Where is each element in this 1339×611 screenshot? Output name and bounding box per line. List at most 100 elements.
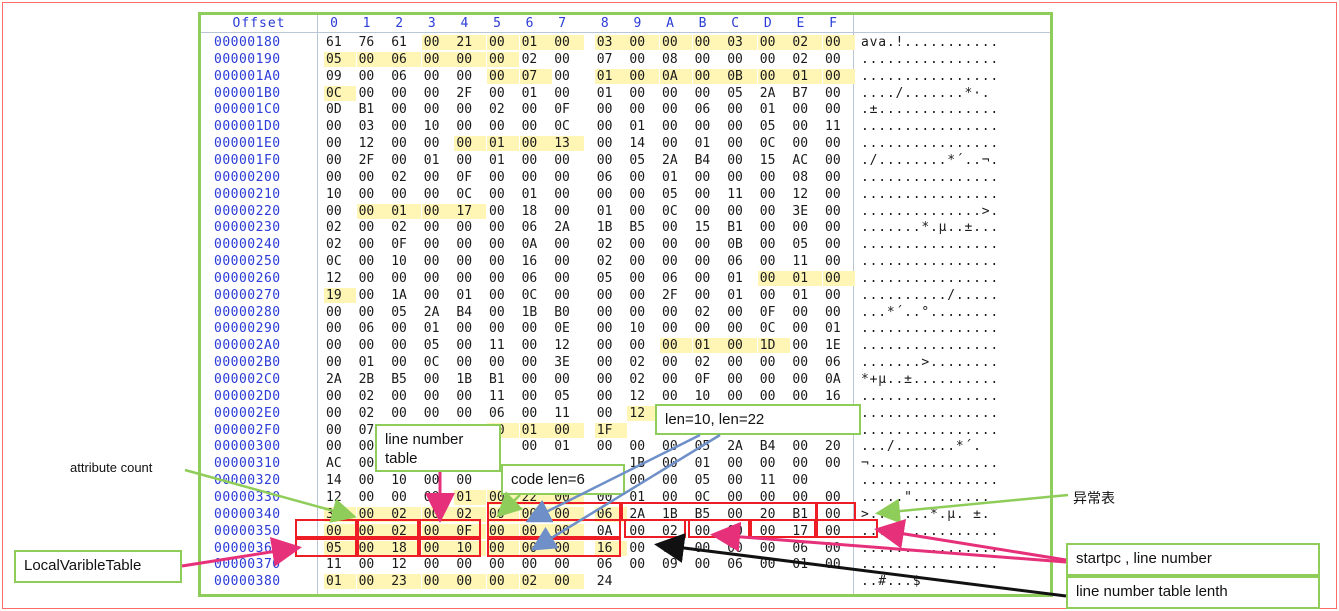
ascii-text[interactable]: ava.!........... xyxy=(861,35,999,50)
hex-row[interactable]: 00000190 05 00 06 00 00 00 02 00 07 00 08 00 00 00 02 00… xyxy=(201,51,1050,68)
hex-byte[interactable]: 00 xyxy=(324,136,356,151)
hex-byte[interactable]: 05 xyxy=(693,439,725,454)
hex-byte[interactable]: 00 xyxy=(454,338,486,353)
hex-byte[interactable]: 00 xyxy=(389,338,421,353)
hex-byte[interactable]: B4 xyxy=(758,439,790,454)
hex-byte[interactable]: 00 xyxy=(627,473,659,488)
hex-byte[interactable]: 00 xyxy=(389,119,421,134)
hex-byte[interactable]: 0F xyxy=(758,305,790,320)
hex-byte[interactable]: 00 xyxy=(454,237,486,252)
hex-row[interactable]: 000001F0 00 2F 00 01 00 01 00 00 00 05 2A B4 00 15 AC 00… xyxy=(201,152,1050,169)
hex-byte[interactable]: 00 xyxy=(660,389,692,404)
hex-byte[interactable]: 15 xyxy=(758,153,790,168)
hex-byte[interactable]: 00 xyxy=(454,321,486,336)
hex-byte[interactable]: 11 xyxy=(823,119,855,134)
hex-byte[interactable]: 00 xyxy=(790,473,822,488)
hex-byte[interactable]: 00 xyxy=(389,355,421,370)
hex-byte[interactable] xyxy=(660,574,692,589)
hex-byte[interactable]: 00 xyxy=(487,187,519,202)
hex-byte[interactable]: 00 xyxy=(823,270,855,286)
hex-byte[interactable]: 00 xyxy=(823,220,855,235)
hex-byte[interactable]: 00 xyxy=(627,439,659,454)
hex-byte[interactable]: 00 xyxy=(790,102,822,117)
hex-byte[interactable]: 00 xyxy=(757,35,790,50)
hex-row[interactable]: 00000280 00 00 05 2A B4 00 1B B0 00 00 00 02 00 0F 00 00… xyxy=(201,304,1050,321)
ascii-text[interactable]: ................ xyxy=(861,524,999,539)
hex-byte[interactable]: 00 xyxy=(790,355,822,370)
hex-byte[interactable]: 00 xyxy=(454,136,487,152)
hex-byte[interactable]: 01 xyxy=(823,321,855,336)
hex-byte[interactable]: 2B xyxy=(357,372,389,387)
hex-byte[interactable]: 00 xyxy=(520,321,552,336)
hex-row[interactable]: 00000230 02 00 02 00 00 00 06 2A 1B B5 00 15 B1 00 00 00… xyxy=(201,219,1050,236)
hex-byte[interactable]: 20 xyxy=(823,439,855,454)
hex-byte[interactable]: 00 xyxy=(660,439,692,454)
hex-row[interactable]: 00000240 02 00 0F 00 00 00 0A 00 02 00 00 00 0B 00 05 00… xyxy=(201,236,1050,253)
hex-byte[interactable]: 0A xyxy=(520,237,552,252)
hex-byte[interactable]: B5 xyxy=(389,372,421,387)
hex-row[interactable]: 00000210 10 00 00 00 0C 00 01 00 00 00 05 00 11 00 12 00… xyxy=(201,186,1050,203)
hex-byte[interactable]: 00 xyxy=(324,321,356,336)
hex-byte[interactable]: 12 xyxy=(324,490,356,505)
ascii-text[interactable]: ................ xyxy=(861,423,999,438)
hex-byte[interactable]: 00 xyxy=(823,35,855,50)
hex-byte[interactable]: 00 xyxy=(520,557,552,572)
hex-byte[interactable]: 00 xyxy=(356,574,389,590)
hex-byte[interactable]: 00 xyxy=(324,204,356,219)
hex-byte[interactable]: 61 xyxy=(389,35,421,50)
hex-byte[interactable]: 00 xyxy=(487,170,519,185)
hex-byte[interactable]: 02 xyxy=(357,406,389,421)
hex-byte[interactable]: 00 xyxy=(758,204,790,219)
hex-byte[interactable]: 00 xyxy=(454,69,486,84)
hex-byte[interactable]: 00 xyxy=(758,220,790,235)
hex-byte[interactable]: B4 xyxy=(454,305,486,320)
hex-byte[interactable]: 2A xyxy=(725,439,757,454)
hex-byte[interactable]: 11 xyxy=(758,473,790,488)
hex-byte[interactable]: 01 xyxy=(595,86,627,101)
hex-byte[interactable]: 00 xyxy=(422,220,454,235)
ascii-text[interactable]: ................ xyxy=(861,170,999,185)
ascii-text[interactable]: ................ xyxy=(861,119,999,134)
hex-byte[interactable]: 05 xyxy=(627,153,659,168)
hex-byte[interactable]: 00 xyxy=(421,35,454,50)
hex-byte[interactable]: 05 xyxy=(790,237,822,252)
hex-byte[interactable]: 00 xyxy=(823,237,855,252)
hex-byte[interactable]: 01 xyxy=(487,136,519,152)
hex-byte[interactable]: 13 xyxy=(552,136,585,152)
hex-byte[interactable]: 2A xyxy=(552,220,584,235)
hex-byte[interactable]: 00 xyxy=(520,338,552,353)
hex-byte[interactable]: 00 xyxy=(454,473,486,488)
hex-byte[interactable]: 00 xyxy=(823,170,855,185)
hex-byte[interactable]: 00 xyxy=(356,51,389,67)
hex-byte[interactable]: 00 xyxy=(389,389,421,404)
hex-byte[interactable]: 00 xyxy=(758,288,790,303)
hex-row[interactable]: 000001C0 0D B1 00 00 00 02 00 0F 00 00 00 06 00 01 00 00… xyxy=(201,101,1050,118)
hex-byte[interactable]: 00 xyxy=(627,288,659,303)
ascii-text[interactable]: .±.............. xyxy=(861,102,999,117)
hex-byte[interactable]: B7 xyxy=(790,86,822,101)
hex-byte[interactable]: 05 xyxy=(758,119,790,134)
hex-row[interactable]: 00000180 61 76 61 00 21 00 01 00 03 00 00 00 03 00 02 00… xyxy=(201,34,1050,51)
hex-byte[interactable]: 01 xyxy=(454,288,486,303)
hex-byte[interactable]: 03 xyxy=(357,119,389,134)
hex-byte[interactable]: 00 xyxy=(454,153,486,168)
hex-byte[interactable]: 00 xyxy=(487,254,519,269)
hex-byte[interactable]: 00 xyxy=(552,422,585,438)
hex-byte[interactable]: 00 xyxy=(552,153,584,168)
hex-byte[interactable]: 0C xyxy=(660,204,692,219)
hex-byte[interactable]: 2F xyxy=(454,86,486,101)
hex-byte[interactable]: 00 xyxy=(324,389,356,404)
hex-byte[interactable]: 00 xyxy=(725,338,758,354)
hex-byte[interactable]: 1E xyxy=(823,338,855,353)
hex-byte[interactable]: 00 xyxy=(422,490,454,505)
hex-byte[interactable]: 00 xyxy=(595,338,627,353)
ascii-text[interactable]: ................ xyxy=(861,338,999,353)
hex-byte[interactable]: 00 xyxy=(660,355,692,370)
hex-byte[interactable]: 03 xyxy=(594,35,627,50)
hex-byte[interactable]: 05 xyxy=(422,338,454,353)
hex-byte[interactable]: 00 xyxy=(660,136,692,151)
hex-byte[interactable]: 3E xyxy=(790,204,822,219)
ascii-text[interactable]: ................ xyxy=(861,69,999,84)
hex-row[interactable]: 000001A0 09 00 06 00 00 00 07 00 01 00 0A 00 0B 00 01 00… xyxy=(201,68,1050,85)
hex-byte[interactable]: 0C xyxy=(422,355,454,370)
